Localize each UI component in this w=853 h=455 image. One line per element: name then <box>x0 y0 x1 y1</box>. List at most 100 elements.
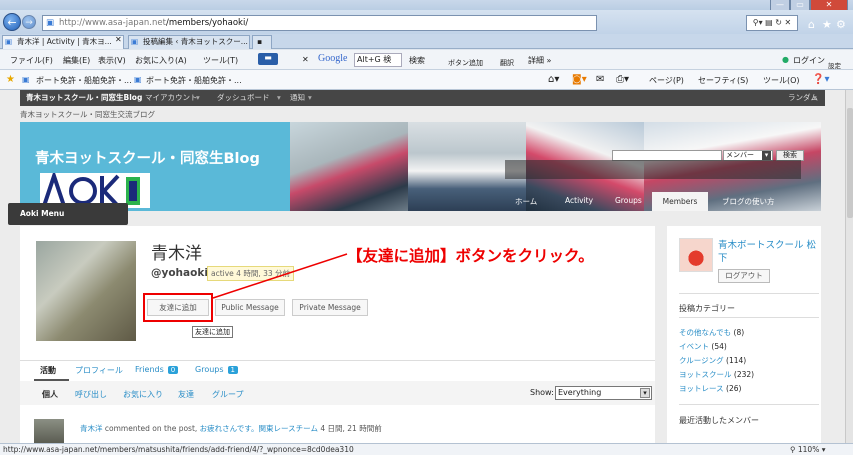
toolbar-login-button[interactable]: ログイン <box>793 55 825 66</box>
vertical-scrollbar[interactable] <box>845 90 853 443</box>
blog-title[interactable]: 青木ヨットスクール・同窓生Blog <box>35 147 260 168</box>
address-controls[interactable]: ⚲▾ ▤ ↻ ✕ <box>746 15 798 31</box>
toolbar-translate-button[interactable]: 翻訳 <box>500 58 514 68</box>
profile-name: 青木洋 <box>151 244 202 264</box>
menu-tools-right[interactable]: ツール(O) <box>763 75 800 86</box>
toolbar-settings-button[interactable]: 設定 <box>828 60 841 70</box>
gear-icon[interactable]: ⚙ <box>836 18 846 31</box>
rss-icon[interactable]: ◙▾ <box>572 74 587 85</box>
subnav-mentions[interactable]: 呼び出し <box>75 389 107 400</box>
forward-icon[interactable]: → <box>22 15 36 29</box>
print-icon[interactable]: ⎙▾ <box>616 74 629 85</box>
favorites-star-icon[interactable]: ★ <box>6 74 15 85</box>
adminbar-account[interactable]: マイアカウント <box>145 90 198 106</box>
annotation-arrow <box>212 253 348 299</box>
feed-avatar[interactable] <box>34 419 64 443</box>
zoom-level[interactable]: ⚲ 110% ▾ <box>790 444 826 455</box>
adminbar-dashboard[interactable]: ダッシュボード <box>217 90 270 106</box>
favorite-link[interactable]: ボート免許・船舶免許・... <box>146 75 242 86</box>
favorites-star-icon[interactable]: ★ <box>822 18 832 31</box>
toolbar-search-button[interactable]: 検索 <box>409 55 425 66</box>
sidebar: 青木ボートスクール 松下 ログアウト 投稿カテゴリー その他なんでも (8) イ… <box>667 226 821 443</box>
adminbar-site[interactable]: 青木ヨットスクール・同窓生Blog <box>26 90 142 106</box>
nav-members[interactable]: Members <box>652 192 708 211</box>
nav-home[interactable]: ホーム <box>515 196 537 207</box>
menu-favorites[interactable]: お気に入り(A) <box>135 55 187 66</box>
admin-bar: 青木ヨットスクール・同窓生Blog マイアカウント ▾ ダッシュボード ▾ 通知… <box>20 90 825 106</box>
feed-post-link[interactable]: お疲れさんです。関東レースチーム <box>200 424 318 433</box>
tab-friends[interactable]: Friends 0 <box>135 365 179 374</box>
tab-profile[interactable]: プロフィール <box>75 365 123 376</box>
favicon-icon: ▣ <box>131 37 139 46</box>
tab-friends-label: Friends <box>135 365 164 374</box>
stop-icon[interactable]: ✕ <box>785 18 792 27</box>
menu-toolbar-row: ファイル(F) 編集(E) 表示(V) お気に入り(A) ツール(T) ▬ ✕ … <box>0 50 853 70</box>
feed-user-link[interactable]: 青木洋 <box>80 424 103 433</box>
menu-file[interactable]: ファイル(F) <box>10 55 53 66</box>
aoki-menu-button[interactable]: Aoki Menu <box>8 203 128 225</box>
toolbar-more-button[interactable]: 詳細 » <box>528 55 551 66</box>
subnav-personal[interactable]: 個人 <box>42 389 58 400</box>
category-link[interactable]: ヨットスクール <box>679 370 732 379</box>
toolbar-search-input[interactable]: Alt+G 検 <box>354 53 402 67</box>
browser-tab-label: 青木洋 | Activity | 青木ヨ... <box>17 37 112 46</box>
toolbar-add-button[interactable]: ボタン追加 <box>448 58 483 68</box>
search-icon[interactable]: ⚲▾ <box>753 18 763 27</box>
groups-count: 1 <box>227 366 238 374</box>
favorite-link[interactable]: ボート免許・船舶免許・... <box>36 75 132 86</box>
nav-groups[interactable]: Groups <box>615 196 642 205</box>
nav-howto[interactable]: ブログの使い方 <box>722 196 775 207</box>
browser-tab-inactive[interactable]: ▣ 投稿編集 ‹ 青木ヨットスクー... <box>128 35 250 49</box>
close-toolbar-icon[interactable]: ✕ <box>302 55 309 64</box>
favicon-icon: ▣ <box>5 37 13 46</box>
site-tagline: 青木ヨットスクール・同窓生交流ブログ <box>20 110 155 119</box>
mail-icon[interactable]: ✉ <box>596 74 604 85</box>
category-link[interactable]: イベント <box>679 342 709 351</box>
category-link[interactable]: その他なんでも <box>679 328 731 337</box>
browser-tab-active[interactable]: ▣ 青木洋 | Activity | 青木ヨ... <box>2 35 124 49</box>
refresh-icon[interactable]: ↻ <box>775 18 782 27</box>
scrollbar-thumb[interactable] <box>847 108 853 218</box>
chevron-down-icon: ▾ <box>813 93 817 102</box>
show-filter-select[interactable]: Everything ▾ <box>555 386 652 400</box>
profile-avatar[interactable] <box>36 241 136 341</box>
address-bar[interactable]: ▣ http://www.asa-japan.net/members/yohao… <box>42 15 597 31</box>
nav-activity[interactable]: Activity <box>565 196 593 205</box>
chevron-down-icon: ▾ <box>308 93 312 102</box>
menu-safety[interactable]: セーフティ(S) <box>698 75 748 86</box>
home-icon[interactable]: ⌂▾ <box>548 74 559 85</box>
tab-groups[interactable]: Groups 1 <box>195 365 238 374</box>
home-icon[interactable]: ⌂ <box>808 18 815 31</box>
subnav-groups[interactable]: グループ <box>212 389 244 400</box>
category-count: (8) <box>733 328 745 337</box>
category-count: (26) <box>726 384 742 393</box>
site-search-select-value: メンバー <box>726 151 754 159</box>
category-count: (114) <box>726 356 747 365</box>
category-heading: 投稿カテゴリー <box>679 304 735 313</box>
menu-page[interactable]: ページ(P) <box>649 75 684 86</box>
new-tab-button[interactable]: ▪ <box>252 35 272 49</box>
subnav-favorites[interactable]: お気に入り <box>123 389 163 400</box>
tab-activity[interactable]: 活動 <box>40 365 56 376</box>
logout-button[interactable]: ログアウト <box>718 269 770 283</box>
help-icon[interactable]: ❓▾ <box>812 74 829 85</box>
back-icon[interactable]: ← <box>3 13 21 31</box>
menu-edit[interactable]: 編集(E) <box>63 55 90 66</box>
tab-row: ▣ 青木洋 | Activity | 青木ヨ... ✕ ▣ 投稿編集 ‹ 青木ヨ… <box>0 34 853 49</box>
adminbar-notify[interactable]: 通知 <box>290 90 305 106</box>
annotation-text: 【友達に追加】ボタンをクリック。 <box>347 247 594 265</box>
menu-view[interactable]: 表示(V) <box>98 55 126 66</box>
toolbar-app-icon[interactable]: ▬ <box>258 53 278 65</box>
zoom-icon: ⚲ <box>790 445 796 454</box>
zoom-value: 110% <box>797 445 820 454</box>
category-link[interactable]: クルージング <box>679 356 724 365</box>
compat-icon[interactable]: ▤ <box>765 18 773 27</box>
recent-members-heading: 最近活動したメンバー <box>679 416 759 425</box>
menu-tools[interactable]: ツール(T) <box>203 55 238 66</box>
sidebar-avatar[interactable] <box>679 238 713 272</box>
sidebar-user-name[interactable]: 青木ボートスクール 松下 <box>718 239 818 265</box>
address-row: ← → ▣ http://www.asa-japan.net/members/y… <box>0 10 853 34</box>
category-link[interactable]: ヨットレース <box>679 384 724 393</box>
close-tab-icon[interactable]: ✕ <box>115 35 122 44</box>
subnav-friends[interactable]: 友達 <box>178 389 194 400</box>
